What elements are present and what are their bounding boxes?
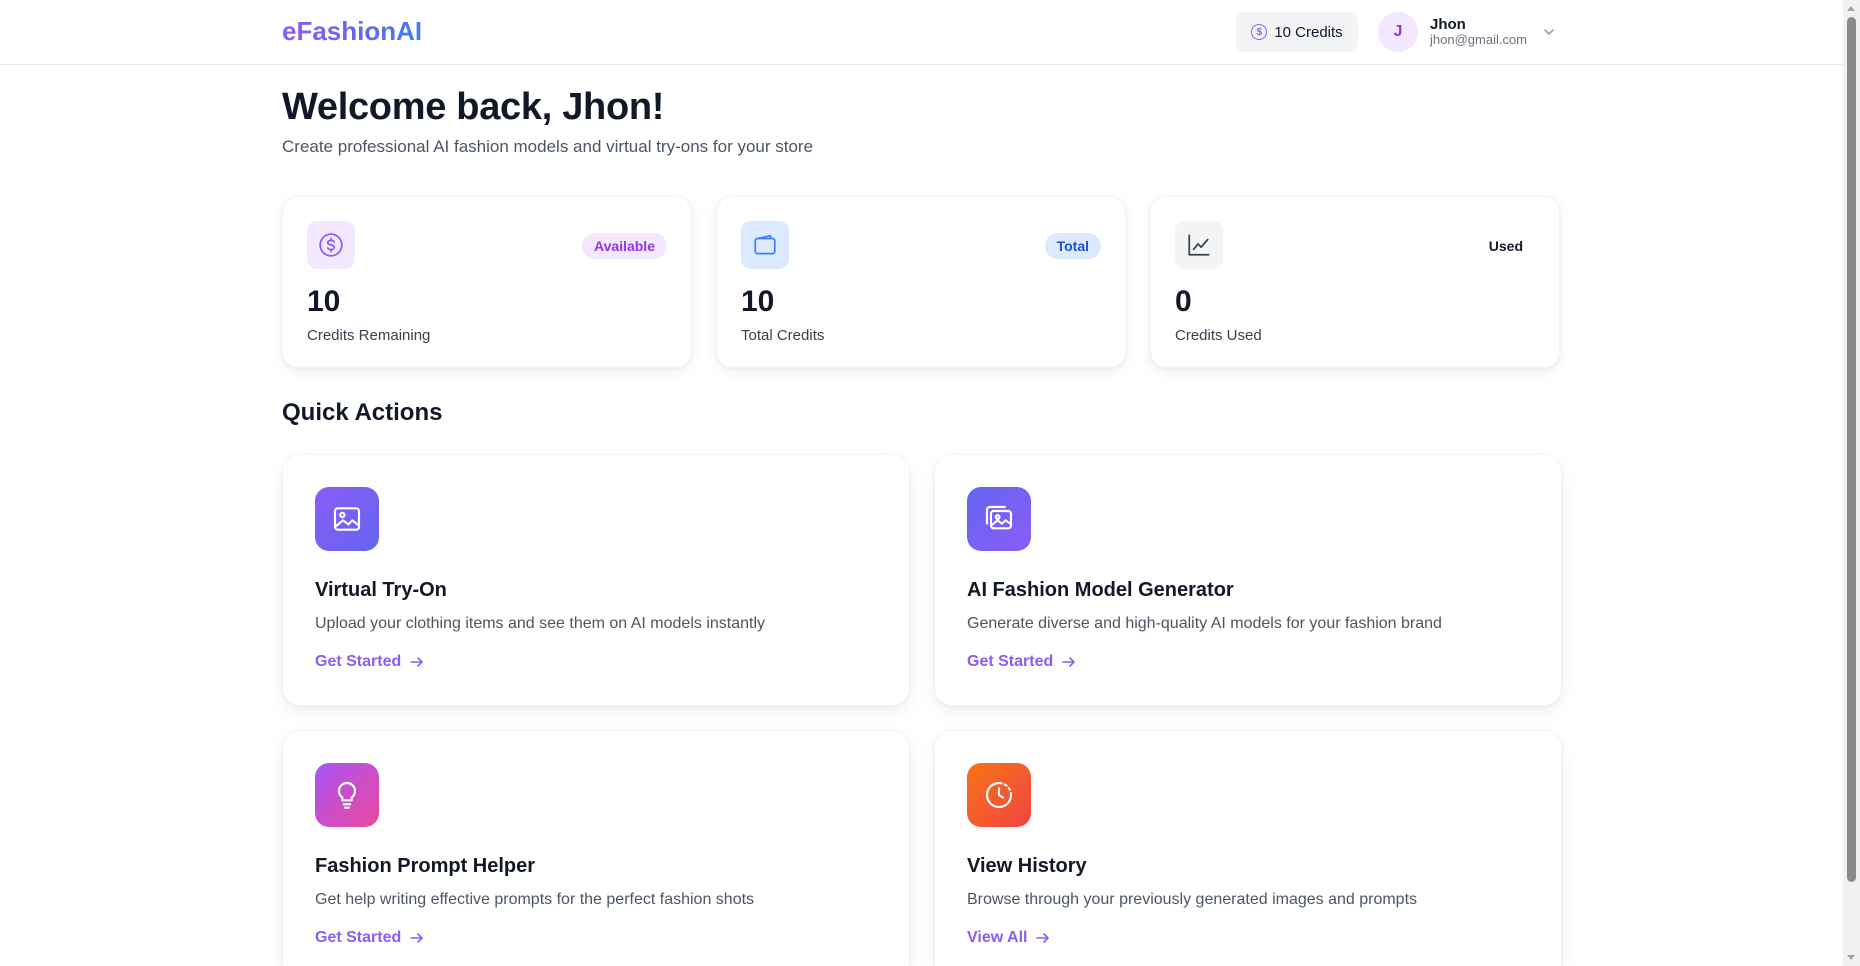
chevron-down-icon <box>1544 29 1554 35</box>
status-badge: Available <box>582 233 667 259</box>
app-frame: eFashionAI $ 10 Credits J Jhon jhon@gmai… <box>0 0 1843 966</box>
user-menu[interactable]: J Jhon jhon@gmail.com <box>1378 12 1557 52</box>
action-card-virtual-try-on[interactable]: Virtual Try-On Upload your clothing item… <box>282 454 910 706</box>
top-header: eFashionAI $ 10 Credits J Jhon jhon@gmai… <box>0 0 1843 65</box>
status-badge: Total <box>1044 233 1101 259</box>
image-icon <box>315 487 379 551</box>
credits-label: 10 Credits <box>1274 23 1343 41</box>
wallet-icon <box>741 221 789 269</box>
user-info: Jhon jhon@gmail.com <box>1430 16 1527 48</box>
stat-label: Total Credits <box>741 327 825 344</box>
vertical-scrollbar[interactable] <box>1843 0 1860 966</box>
arrow-right-icon <box>410 657 424 667</box>
action-title: View History <box>967 855 1087 877</box>
scroll-up-arrow-icon[interactable] <box>1847 6 1855 11</box>
history-icon <box>967 763 1031 827</box>
action-description: Upload your clothing items and see them … <box>315 615 766 632</box>
action-description: Browse through your previously generated… <box>967 891 1418 908</box>
get-started-link[interactable]: Get Started <box>967 653 1077 671</box>
user-email: jhon@gmail.com <box>1430 32 1528 48</box>
images-icon <box>967 487 1031 551</box>
stat-value: 0 <box>1175 285 1192 318</box>
arrow-right-icon <box>410 933 424 943</box>
action-title: AI Fashion Model Generator <box>967 579 1234 601</box>
action-card-fashion-prompt-helper[interactable]: Fashion Prompt Helper Get help writing e… <box>282 730 910 966</box>
action-title: Virtual Try-On <box>315 579 447 601</box>
action-description: Get help writing effective prompts for t… <box>315 891 755 908</box>
section-title: Quick Actions <box>282 399 443 426</box>
view-all-link[interactable]: View All <box>967 929 1051 947</box>
link-label: Get Started <box>967 653 1054 670</box>
action-card-view-history[interactable]: View History Browse through your previou… <box>934 730 1562 966</box>
page-subtitle: Create professional AI fashion models an… <box>282 137 814 156</box>
main-content: Welcome back, Jhon! Create professional … <box>282 64 1562 966</box>
scroll-down-arrow-icon[interactable] <box>1847 955 1855 960</box>
stat-label: Credits Used <box>1175 327 1262 344</box>
stat-card-total-credits: Total 10 Total Credits <box>716 196 1126 368</box>
coin-icon <box>307 221 355 269</box>
action-title: Fashion Prompt Helper <box>315 855 536 877</box>
lightbulb-icon <box>315 763 379 827</box>
scrollbar-thumb[interactable] <box>1847 17 1856 882</box>
chart-line-icon <box>1175 221 1223 269</box>
action-description: Generate diverse and high-quality AI mod… <box>967 615 1442 632</box>
app-logo[interactable]: eFashionAI <box>282 16 422 47</box>
stat-card-credits-used: Used 0 Credits Used <box>1150 196 1560 368</box>
user-name: Jhon <box>1430 15 1466 33</box>
arrow-right-icon <box>1062 657 1076 667</box>
status-badge: Used <box>1488 238 1523 254</box>
link-label: Get Started <box>315 653 402 670</box>
page-title: Welcome back, Jhon! <box>282 86 665 128</box>
quick-actions-grid: Virtual Try-On Upload your clothing item… <box>282 454 1562 966</box>
avatar: J <box>1378 12 1418 52</box>
credits-button[interactable]: $ 10 Credits <box>1236 12 1358 52</box>
stat-card-credits-remaining: Available 10 Credits Remaining <box>282 196 692 368</box>
stat-value: 10 <box>307 285 341 318</box>
get-started-link[interactable]: Get Started <box>315 653 425 671</box>
coin-icon: $ <box>1251 24 1268 40</box>
stat-label: Credits Remaining <box>307 327 431 344</box>
stat-value: 10 <box>741 285 775 318</box>
link-label: Get Started <box>315 929 402 946</box>
action-card-ai-fashion-model-generator[interactable]: AI Fashion Model Generator Generate dive… <box>934 454 1562 706</box>
arrow-right-icon <box>1036 933 1050 943</box>
stats-row: Available 10 Credits Remaining Total 10 … <box>282 196 1562 368</box>
link-label: View All <box>967 929 1028 946</box>
get-started-link[interactable]: Get Started <box>315 929 425 947</box>
